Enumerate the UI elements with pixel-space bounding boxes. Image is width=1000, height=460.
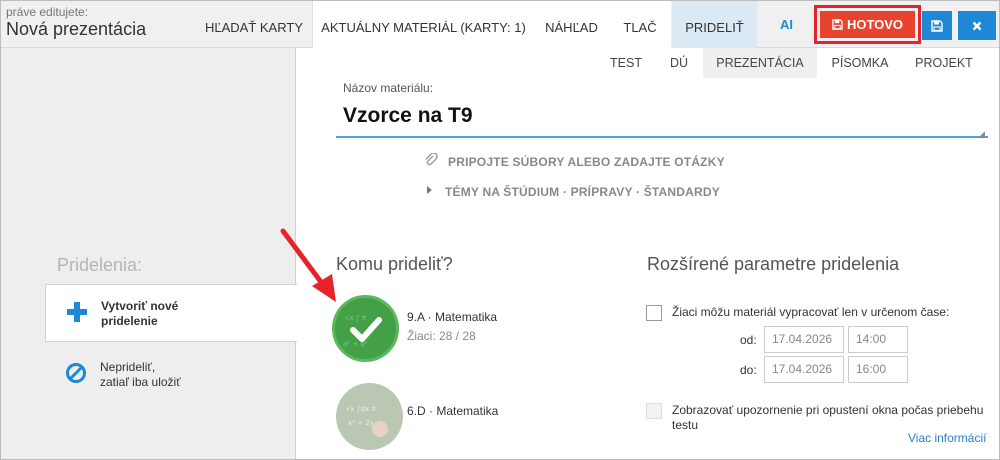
floppy-icon bbox=[931, 20, 943, 32]
from-date-input[interactable]: 17.04.2026 bbox=[764, 326, 844, 353]
time-limit-label: Žiaci môžu materiál vypracovať len v urč… bbox=[672, 305, 950, 319]
from-label: od: bbox=[740, 333, 757, 347]
label-line: Neprideliť, bbox=[100, 360, 156, 374]
material-tab-written-exam[interactable]: PÍSOMKA bbox=[822, 48, 898, 78]
to-time-input[interactable]: 16:00 bbox=[848, 356, 908, 383]
svg-text:x² + 2y: x² + 2y bbox=[348, 419, 374, 427]
svg-text:√x ∫ π: √x ∫ π bbox=[345, 314, 367, 322]
editing-label: práve editujete: bbox=[6, 5, 89, 19]
topics-link[interactable]: TÉMY NA ŠTÚDIUM · PRÍPRAVY · ŠTANDARDY bbox=[445, 185, 720, 199]
resize-handle-icon[interactable]: ◢ bbox=[978, 129, 985, 140]
time-limit-checkbox[interactable] bbox=[646, 305, 662, 321]
floppy-icon bbox=[832, 19, 843, 30]
done-button-label: HOTOVO bbox=[846, 17, 904, 32]
ban-icon bbox=[66, 363, 86, 383]
to-date-input[interactable]: 17.04.2026 bbox=[764, 356, 844, 383]
class-avatar-6d[interactable]: √x ∫dx π x² + 2y bbox=[336, 383, 403, 450]
student-count: Žiaci: 28 / 28 bbox=[407, 329, 476, 343]
save-button[interactable] bbox=[922, 11, 952, 40]
label-line: zatiaľ iba uložiť bbox=[100, 375, 181, 389]
label-line: Vytvoriť nové bbox=[101, 299, 179, 313]
close-icon bbox=[972, 21, 982, 31]
sidebar: Pridelenia: Vytvoriť nové pridelenie Nep… bbox=[0, 48, 297, 460]
label-line: Zobrazovať upozornenie pri opustení okna… bbox=[672, 403, 984, 417]
document-title: Nová prezentácia bbox=[6, 19, 147, 39]
material-tab-test[interactable]: TEST bbox=[600, 48, 652, 78]
sidebar-item-save-only[interactable]: Neprideliť, zatiaľ iba uložiť bbox=[45, 346, 297, 404]
annotation-arrow-icon bbox=[280, 228, 336, 302]
tab-current-material[interactable]: AKTUÁLNY MATERIÁL (KARTY: 1) bbox=[312, 0, 534, 48]
sidebar-item-label: Vytvoriť nové pridelenie bbox=[101, 299, 178, 329]
class-name[interactable]: 6.D · Matematika bbox=[407, 404, 498, 418]
assign-to-title: Komu prideliť? bbox=[336, 254, 453, 274]
tab-assign[interactable]: PRIDELIŤ bbox=[672, 0, 757, 48]
label-line: pridelenie bbox=[101, 314, 158, 328]
material-tab-presentation[interactable]: PREZENTÁCIA bbox=[703, 48, 817, 78]
svg-text:a² + b²: a² + b² bbox=[343, 340, 368, 348]
tab-print[interactable]: TLAČ bbox=[609, 0, 671, 48]
leave-warning-label: Zobrazovať upozornenie pri opustení okna… bbox=[672, 403, 992, 433]
class-name[interactable]: 9.A · Matematika bbox=[407, 310, 497, 324]
tab-preview[interactable]: NÁHĽAD bbox=[534, 0, 609, 48]
done-button[interactable]: HOTOVO bbox=[820, 11, 915, 38]
math-chalkboard-icon: √x ∫dx π x² + 2y bbox=[346, 405, 388, 437]
paperclip-icon bbox=[425, 153, 438, 166]
to-label: do: bbox=[740, 363, 757, 377]
ai-button[interactable]: AI bbox=[780, 17, 793, 32]
more-info-link[interactable]: Viac informácií bbox=[908, 431, 986, 445]
material-name-input[interactable]: Vzorce na T9 bbox=[336, 100, 988, 138]
tab-search-cards[interactable]: HĽADAŤ KARTY bbox=[196, 0, 312, 48]
leave-warning-checkbox[interactable] bbox=[646, 403, 662, 419]
caret-right-icon bbox=[427, 186, 432, 194]
svg-text:√x ∫dx π: √x ∫dx π bbox=[346, 405, 376, 413]
sidebar-item-label: Neprideliť, zatiaľ iba uložiť bbox=[100, 360, 181, 390]
advanced-params-title: Rozšírené parametre pridelenia bbox=[647, 254, 900, 274]
material-tab-project[interactable]: PROJEKT bbox=[906, 48, 982, 78]
material-tab-homework[interactable]: DÚ bbox=[659, 48, 699, 78]
sidebar-item-create-assignment[interactable]: Vytvoriť nové pridelenie bbox=[45, 284, 297, 342]
from-time-input[interactable]: 14:00 bbox=[848, 326, 908, 353]
close-button[interactable] bbox=[958, 11, 996, 40]
plus-icon bbox=[67, 302, 87, 322]
material-name-label: Názov materiálu: bbox=[343, 81, 434, 95]
attach-files-link[interactable]: PRIPOJTE SÚBORY ALEBO ZADAJTE OTÁZKY bbox=[448, 155, 725, 169]
sidebar-title: Pridelenia: bbox=[57, 255, 143, 275]
